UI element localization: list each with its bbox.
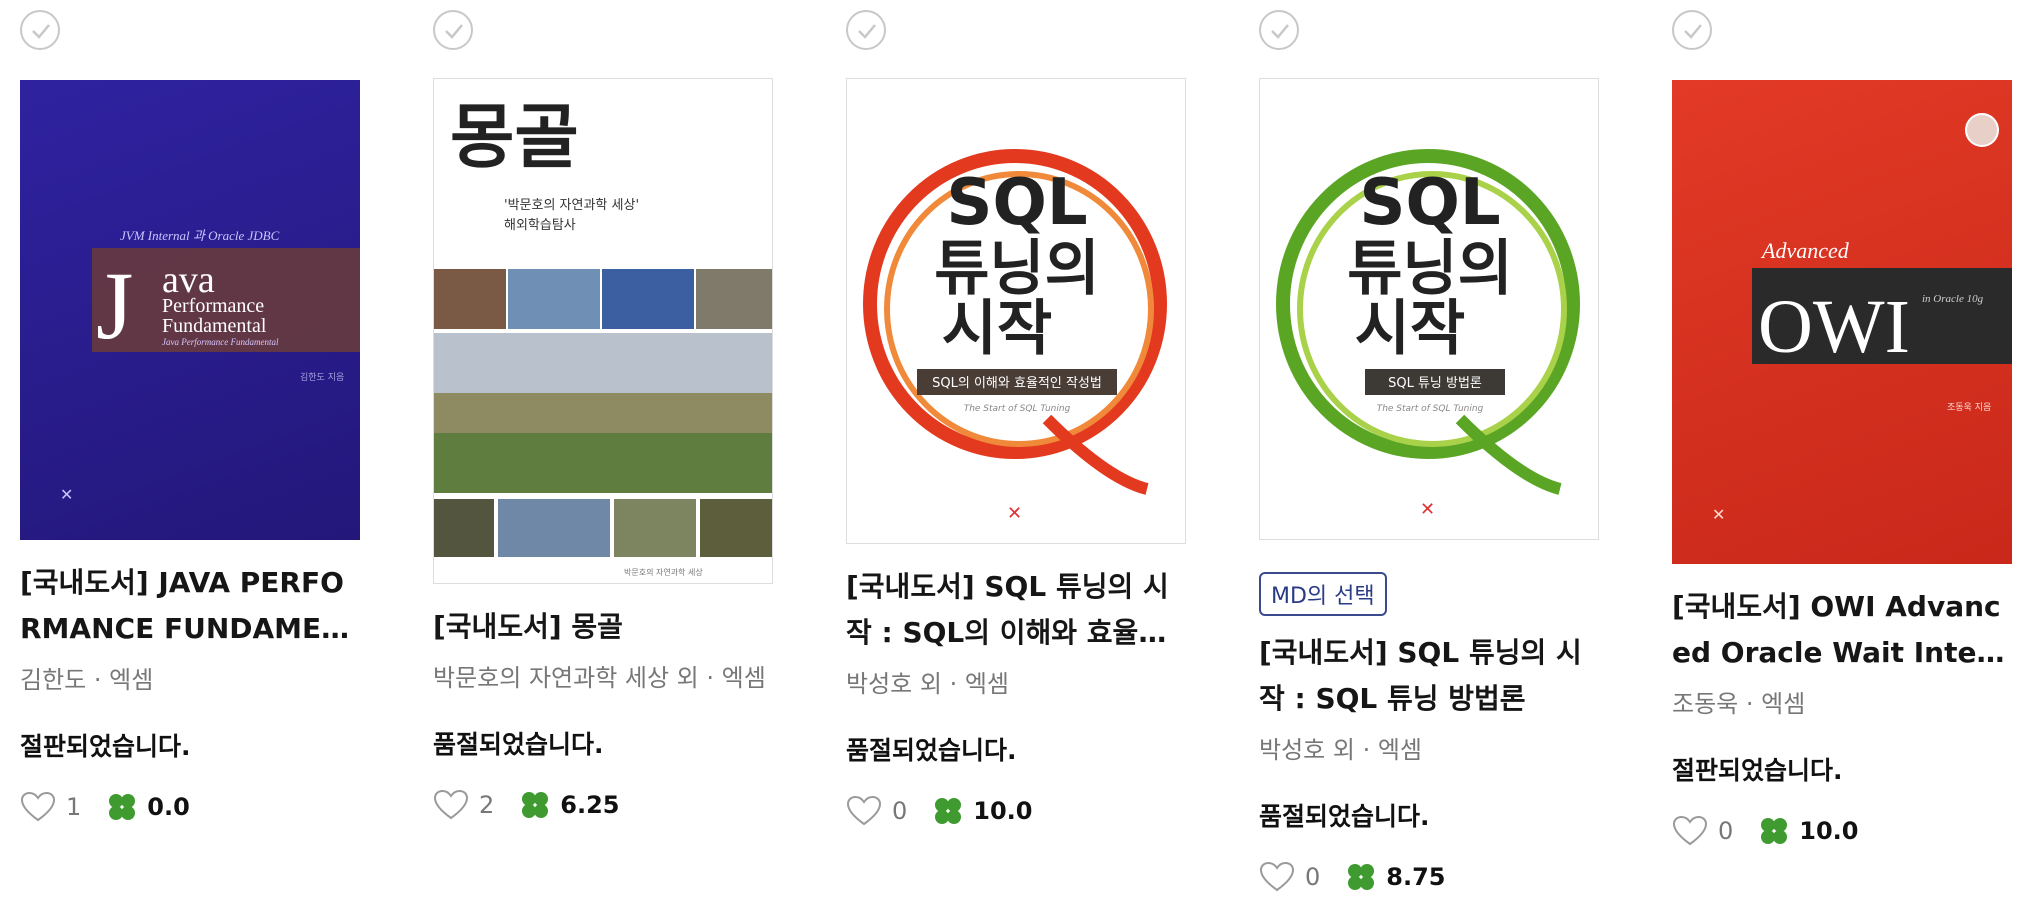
cover-sub: Java Performance Fundamental xyxy=(162,337,279,347)
like-count: 0 xyxy=(1305,863,1321,891)
clover-icon xyxy=(522,792,549,818)
cover-in: in Oracle 10g xyxy=(1922,293,1984,305)
check-icon xyxy=(445,24,463,39)
heart-icon[interactable] xyxy=(1259,861,1295,893)
like-count: 0 xyxy=(892,797,908,825)
cover-owi: OWI xyxy=(1758,285,1910,369)
book-status: 품절되었습니다. xyxy=(846,736,1017,765)
book-info: [국내도서] JAVA PERFORMANCE FUNDAMENTAL 김한도 … xyxy=(20,560,360,823)
book-info: [국내도서] SQL 튜닝의 시작 : SQL의 이해와 효율적... 박성호 … xyxy=(846,564,1186,827)
cover-author: 조동욱 지음 xyxy=(1947,402,1991,413)
book-status: 품절되었습니다. xyxy=(1259,802,1430,831)
rating-value: 8.75 xyxy=(1386,863,1446,891)
book-status: 품절되었습니다. xyxy=(433,730,604,759)
cover-line3: 시작 xyxy=(942,294,1052,364)
book-title[interactable]: [국내도서] JAVA PERFORMANCE FUNDAMENTAL xyxy=(20,560,360,652)
heart-icon[interactable] xyxy=(846,795,882,827)
select-checkbox[interactable] xyxy=(1672,10,1712,50)
like-count: 0 xyxy=(1718,817,1734,845)
book-info: [국내도서] 몽골 박문호의 자연과학 세상 외 · 엑셈 품절되었습니다. 2… xyxy=(433,604,773,821)
select-checkbox[interactable] xyxy=(846,10,886,50)
publisher-logo: ✕ xyxy=(1007,503,1022,524)
heart-icon[interactable] xyxy=(20,791,56,823)
rating-value: 6.25 xyxy=(560,791,620,819)
clover-icon xyxy=(935,798,962,824)
book-cover[interactable]: SQL 튜닝의 시작 SQL 튜닝 방법론 The Start of SQL T… xyxy=(1259,78,1599,540)
select-checkbox[interactable] xyxy=(433,10,473,50)
book-meta: 2 6.25 xyxy=(433,789,773,821)
book-title[interactable]: [국내도서] SQL 튜닝의 시작 : SQL 튜닝 방법론 xyxy=(1259,630,1599,722)
book-meta: 1 0.0 xyxy=(20,791,360,823)
rating-value: 10.0 xyxy=(1799,817,1859,845)
cover-line2: Performance xyxy=(162,295,264,317)
rating-value: 10.0 xyxy=(973,797,1033,825)
book-grid: JVM Internal 과 Oracle JDBC J ava Perform… xyxy=(0,0,2030,900)
book-cover[interactable]: JVM Internal 과 Oracle JDBC J ava Perform… xyxy=(20,80,360,540)
clover-icon xyxy=(1348,864,1375,890)
book-author: 박성호 외 · 엑셈 xyxy=(1259,736,1422,764)
heart-icon[interactable] xyxy=(1672,815,1708,847)
book-author: 김한도 · 엑셈 xyxy=(20,666,154,694)
rating-value: 0.0 xyxy=(147,793,190,821)
publisher-logo: ✕ xyxy=(1420,499,1435,520)
clover-icon xyxy=(109,794,136,820)
cover-line1: SQL xyxy=(1359,166,1500,240)
check-icon xyxy=(858,24,876,39)
cover-line3: Fundamental xyxy=(162,315,267,337)
md-choice-badge: MD의 선택 xyxy=(1259,572,1387,616)
cover-band: SQL의 이해와 효율적인 작성법 xyxy=(932,376,1102,391)
cover-sub: The Start of SQL Tuning xyxy=(964,404,1071,414)
book-meta: 0 10.0 xyxy=(846,795,1186,827)
cover-footer: 박문호의 자연과학 세상 xyxy=(624,567,703,577)
like-count: 1 xyxy=(66,793,82,821)
book-cover[interactable]: 몽골 '박문호의 자연과학 세상' 해외학습탐사 박문호의 자연과학 세상 xyxy=(433,78,773,584)
cover-advanced: Advanced xyxy=(1760,238,1850,263)
book-author: 조동욱 · 엑셈 xyxy=(1672,690,1806,718)
cover-sub1: '박문호의 자연과학 세상' xyxy=(504,198,639,213)
book-cover[interactable]: Advanced OWI in Oracle 10g 조동욱 지음 ✕ xyxy=(1672,80,2012,564)
check-icon xyxy=(32,24,50,39)
book-author: 박성호 외 · 엑셈 xyxy=(846,670,1009,698)
cover-big-letter: J xyxy=(96,252,133,359)
select-checkbox[interactable] xyxy=(20,10,60,50)
cover-big-title: 몽골 xyxy=(450,95,579,178)
book-meta: 0 8.75 xyxy=(1259,861,1599,893)
check-icon xyxy=(1684,24,1702,39)
book-info: [국내도서] OWI Advanced Oracle Wait Interfac… xyxy=(1672,584,2012,847)
like-count: 2 xyxy=(479,791,495,819)
publisher-logo: ✕ xyxy=(1712,505,1725,524)
cover-line3: 시작 xyxy=(1355,294,1465,364)
book-author: 박문호의 자연과학 세상 외 · 엑셈 xyxy=(433,664,766,692)
heart-icon[interactable] xyxy=(433,789,469,821)
cover-author: 김한도 지음 xyxy=(300,371,344,383)
clover-icon xyxy=(1761,818,1788,844)
select-checkbox[interactable] xyxy=(1259,10,1299,50)
publisher-logo: ✕ xyxy=(60,485,73,504)
cover-sub2: 해외학습탐사 xyxy=(504,218,576,233)
cover-line1: SQL xyxy=(946,166,1087,240)
check-icon xyxy=(1271,24,1289,39)
book-cover[interactable]: SQL 튜닝의 시작 SQL의 이해와 효율적인 작성법 The Start o… xyxy=(846,78,1186,544)
book-status: 절판되었습니다. xyxy=(20,732,191,761)
book-meta: 0 10.0 xyxy=(1672,815,2012,847)
book-title[interactable]: [국내도서] SQL 튜닝의 시작 : SQL의 이해와 효율적... xyxy=(846,564,1186,656)
cover-top-text: JVM Internal 과 Oracle JDBC xyxy=(120,228,280,243)
book-title[interactable]: [국내도서] OWI Advanced Oracle Wait Interfac… xyxy=(1672,584,2012,676)
book-title[interactable]: [국내도서] 몽골 xyxy=(433,604,773,650)
cover-sub: The Start of SQL Tuning xyxy=(1377,404,1484,414)
cover-band: SQL 튜닝 방법론 xyxy=(1388,376,1482,391)
book-info: MD의 선택 [국내도서] SQL 튜닝의 시작 : SQL 튜닝 방법론 박성… xyxy=(1259,572,1599,893)
book-status: 절판되었습니다. xyxy=(1672,756,1843,785)
